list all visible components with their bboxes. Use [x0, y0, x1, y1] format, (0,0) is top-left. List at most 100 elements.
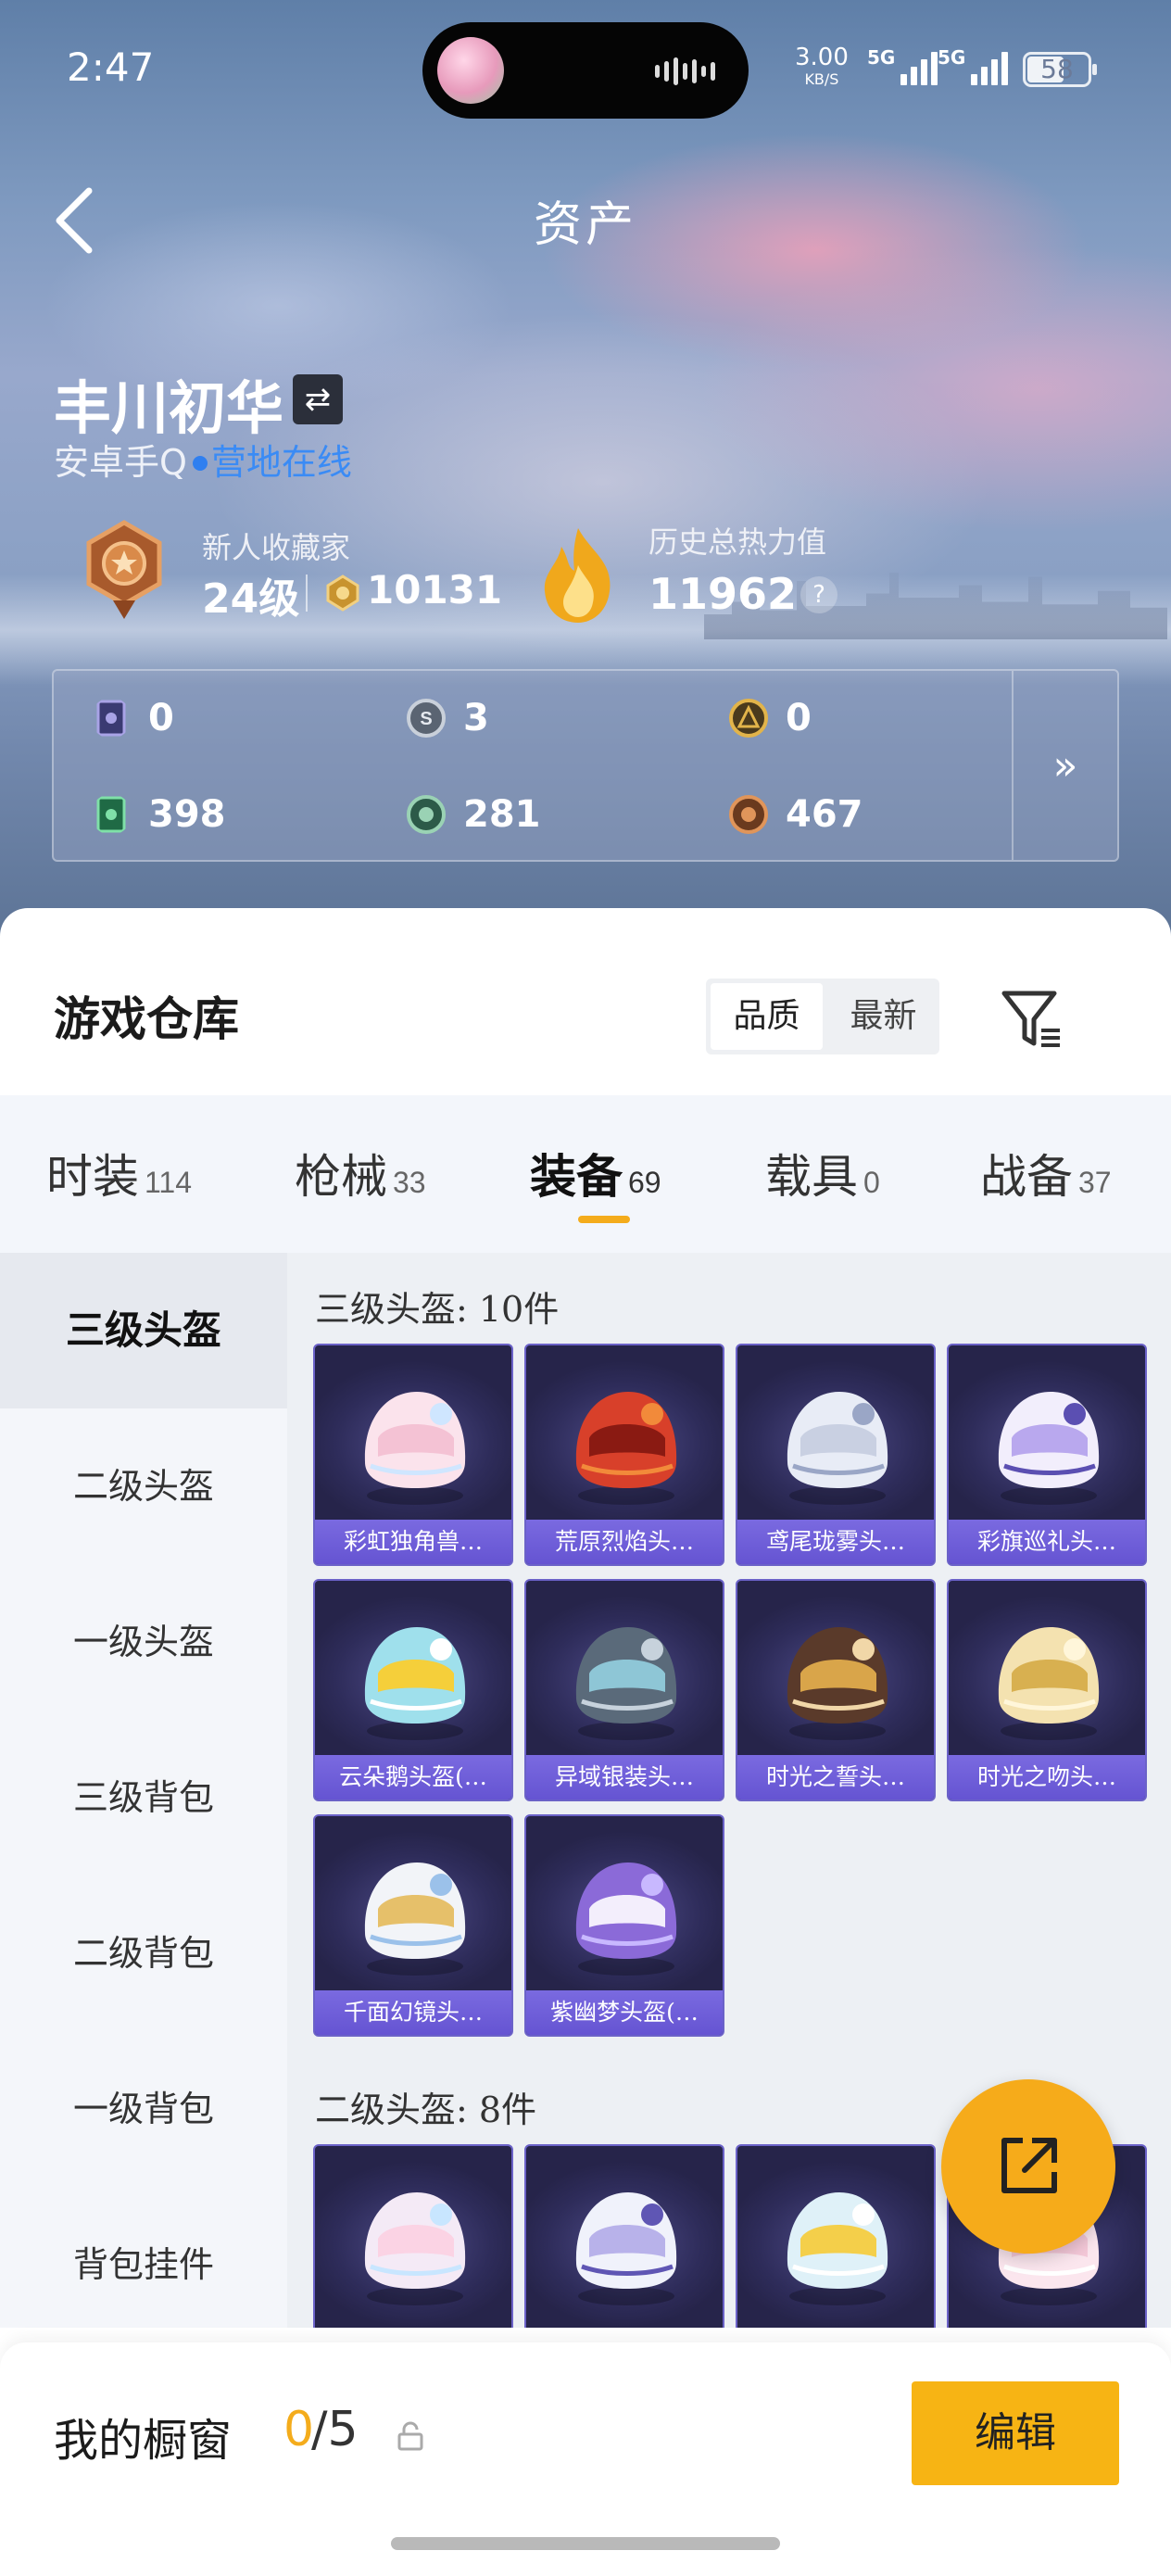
category-tabs: 时装 114 枪械 33 装备 69 载具 0 战备 37: [0, 1095, 1171, 1253]
signal-icon: 5G: [867, 46, 938, 85]
showcase-used: 0: [283, 2402, 315, 2457]
gold-coin-icon: [729, 699, 768, 738]
share-fab[interactable]: [941, 2079, 1115, 2254]
helmet-icon: [575, 2192, 677, 2305]
collector-coin-icon: [326, 575, 359, 612]
helmet-icon: [575, 1627, 677, 1740]
helmet-icon: [364, 1392, 466, 1505]
heat-value: 11962: [648, 569, 798, 619]
helmet-icon: [364, 1627, 466, 1740]
tab-supplies[interactable]: 战备 37: [980, 1140, 1112, 1206]
helmet-icon: [787, 1392, 888, 1505]
warehouse-title: 游戏仓库: [54, 991, 239, 1046]
item-card[interactable]: 云朵鹅头盔(…: [313, 1579, 513, 1801]
helmet-icon: [364, 2192, 466, 2305]
side-item-level1-backpack[interactable]: 一级背包: [0, 2031, 287, 2187]
warehouse-sheet: 游戏仓库 品质 最新 时装 114 枪械 33 装备 69 载具 0 战备 37 三级头盔…: [0, 908, 1171, 2576]
tab-equipment[interactable]: 装备 69: [530, 1140, 661, 1206]
sort-latest-button[interactable]: 最新: [827, 979, 939, 1054]
item-name: 彩虹独角兽…: [343, 1528, 483, 1555]
group-heading-level2: 二级头盔: 8件: [315, 2090, 537, 2130]
online-status: 营地在线: [210, 442, 352, 483]
more-currencies-button[interactable]: »: [1012, 671, 1117, 860]
counter-bronze-coin: 467: [728, 793, 863, 836]
heat-title: 历史总热力值: [648, 524, 827, 560]
purple-card-icon: [96, 700, 126, 737]
side-item-level2-backpack[interactable]: 二级背包: [0, 1875, 287, 2031]
item-name: 云朵鹅头盔(…: [339, 1763, 487, 1790]
helmet-icon: [575, 1392, 677, 1505]
item-name: 异域银装头…: [554, 1763, 694, 1790]
edit-button[interactable]: 编辑: [912, 2381, 1119, 2485]
platform-label: 安卓手Q: [54, 442, 187, 483]
helmet-icon: [787, 1627, 888, 1740]
item-card[interactable]: [736, 2144, 936, 2328]
helmet-icon: [998, 1392, 1100, 1505]
help-icon[interactable]: ?: [800, 576, 837, 613]
switch-account-icon[interactable]: ⇄: [293, 374, 343, 424]
battery-icon: 58: [1023, 52, 1097, 87]
audio-wave-icon: [655, 57, 715, 85]
item-name: 时光之誓头…: [765, 1763, 905, 1790]
counter-gold-coin: 0: [728, 697, 812, 739]
helmet-icon: [998, 1627, 1100, 1740]
active-tab-indicator: [578, 1216, 630, 1223]
item-name: 鸢尾珑雾头…: [765, 1528, 905, 1555]
sort-quality-button[interactable]: 品质: [711, 983, 823, 1050]
side-item-backpack-charm[interactable]: 背包挂件: [0, 2187, 287, 2342]
counter-purple-card: 0: [91, 697, 174, 739]
lock-icon: [397, 2421, 423, 2451]
showcase-label: 我的橱窗: [54, 2415, 233, 2467]
tab-weapons[interactable]: 枪械 33: [295, 1140, 426, 1206]
player-name: 丰川初华: [54, 374, 284, 442]
helmet-icon: [575, 1863, 677, 1976]
item-card[interactable]: [313, 2144, 513, 2328]
group-heading-level3: 三级头盔: 10件: [315, 1289, 560, 1330]
counter-silver-coin: S 3: [406, 697, 489, 739]
home-indicator[interactable]: [391, 2537, 780, 2550]
item-card[interactable]: 紫幽梦头盔(…: [524, 1814, 724, 2037]
account-line: 安卓手Q 营地在线: [54, 434, 352, 485]
divider: [306, 575, 308, 612]
sort-toggle: 品质 最新: [706, 979, 939, 1054]
item-card[interactable]: 彩虹独角兽…: [313, 1344, 513, 1566]
item-name: 荒原烈焰头…: [554, 1528, 694, 1555]
item-card[interactable]: [524, 2144, 724, 2328]
helmet-icon: [787, 2192, 888, 2305]
silver-coin-icon: S: [407, 699, 446, 738]
item-name: 时光之吻头…: [976, 1763, 1116, 1790]
rank-coins: 10131: [367, 567, 503, 612]
item-name: 紫幽梦头盔(…: [550, 1999, 699, 2026]
side-item-level3-backpack[interactable]: 三级背包: [0, 1720, 287, 1875]
rank-level: 24级: [202, 575, 300, 623]
item-card[interactable]: 千面幻镜头…: [313, 1814, 513, 2037]
tab-fashion[interactable]: 时装 114: [46, 1140, 192, 1206]
signal-icon-2: 5G: [938, 46, 1009, 85]
item-card[interactable]: 荒原烈焰头…: [524, 1344, 724, 1566]
network-speed: 3.00 KB/S: [795, 44, 849, 88]
side-item-level3-helmet[interactable]: 三级头盔: [0, 1253, 287, 1408]
item-name: 千面幻镜头…: [343, 1999, 483, 2026]
collector-medal-icon: [86, 520, 162, 619]
status-time: 2:47: [67, 44, 155, 90]
item-card[interactable]: 彩旗巡礼头…: [947, 1344, 1147, 1566]
counter-green-card: 398: [91, 793, 226, 836]
currency-panel: 0 S 3 0 398 281 467 »: [52, 669, 1119, 862]
dynamic-island[interactable]: [422, 22, 749, 119]
flame-icon: [544, 528, 611, 623]
subcategory-sidebar: 三级头盔 二级头盔 一级头盔 三级背包 二级背包 一级背包 背包挂件: [0, 1253, 287, 2328]
item-card[interactable]: 鸢尾珑雾头…: [736, 1344, 936, 1566]
item-card[interactable]: 时光之誓头…: [736, 1579, 936, 1801]
svg-text:S: S: [420, 709, 432, 729]
helmet-icon: [364, 1863, 466, 1976]
online-dot-icon: [192, 455, 208, 471]
item-card[interactable]: 异域银装头…: [524, 1579, 724, 1801]
side-item-level2-helmet[interactable]: 二级头盔: [0, 1408, 287, 1564]
counter-green-coin: 281: [406, 793, 541, 836]
music-cover-avatar: [437, 37, 504, 104]
side-item-level1-helmet[interactable]: 一级头盔: [0, 1564, 287, 1720]
item-card[interactable]: 时光之吻头…: [947, 1579, 1147, 1801]
filter-icon[interactable]: [999, 986, 1065, 1053]
tab-vehicles[interactable]: 载具 0: [765, 1140, 880, 1206]
rank-title: 新人收藏家: [202, 530, 351, 565]
